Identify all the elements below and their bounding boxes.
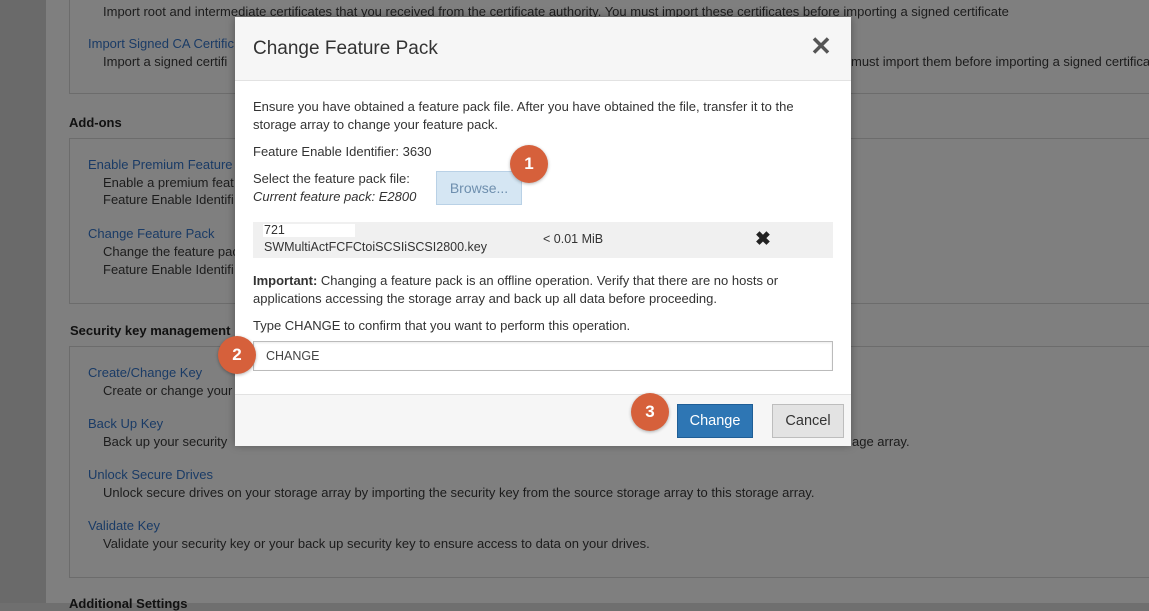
back-up-key-description: Back up your security [103, 434, 228, 449]
important-text-line1: Changing a feature pack is an offline op… [317, 273, 779, 288]
important-label: Important: [253, 273, 318, 288]
create-change-key-description: Create or change your [103, 383, 233, 398]
left-nav-strip [0, 0, 46, 603]
dialog-footer: Change Cancel [235, 394, 851, 446]
change-feature-pack-description: Change the feature pac [103, 244, 239, 259]
change-feature-pack-link[interactable]: Change Feature Pack [88, 226, 214, 241]
select-file-label: Select the feature pack file: [253, 171, 410, 186]
intro-text-line2: storage array to change your feature pac… [253, 117, 498, 132]
import-signed-description: Import a signed certifi [103, 54, 228, 69]
file-name: SWMultiActFCFCtoiSCSIiSCSI2800.key [264, 240, 487, 254]
change-feature-pack-dialog: Change Feature Pack ✕ Ensure you have ob… [235, 17, 851, 446]
change-feature-pack-identifier: Feature Enable Identifi [103, 262, 234, 277]
callout-badge-1: 1 [510, 145, 548, 183]
file-id: 721 [264, 223, 285, 237]
confirm-change-input[interactable] [253, 341, 833, 371]
feature-enable-identifier: Feature Enable Identifier: 3630 [253, 144, 432, 159]
unlock-secure-drives-link[interactable]: Unlock Secure Drives [88, 467, 213, 482]
back-up-key-description-right: age array. [852, 434, 910, 449]
back-up-key-link[interactable]: Back Up Key [88, 416, 163, 431]
file-size: < 0.01 MiB [543, 232, 604, 246]
current-feature-pack: Current feature pack: E2800 [253, 189, 417, 204]
dialog-header: Change Feature Pack ✕ [235, 17, 851, 81]
enable-premium-feature-link[interactable]: Enable Premium Feature [88, 157, 233, 172]
callout-badge-2: 2 [218, 336, 256, 374]
addons-heading: Add-ons [69, 115, 122, 130]
create-change-key-link[interactable]: Create/Change Key [88, 365, 202, 380]
intro-text-line1: Ensure you have obtained a feature pack … [253, 99, 794, 114]
close-icon[interactable]: ✕ [808, 33, 834, 59]
validate-key-link[interactable]: Validate Key [88, 518, 160, 533]
important-notice-line1: Important: Changing a feature pack is an… [253, 272, 833, 290]
callout-badge-3: 3 [631, 393, 669, 431]
unlock-secure-drives-description: Unlock secure drives on your storage arr… [103, 485, 815, 500]
security-key-heading: Security key management [70, 323, 231, 338]
cancel-button[interactable]: Cancel [772, 404, 844, 438]
important-notice-line2: applications accessing the storage array… [253, 291, 717, 306]
selected-file-row: 721 SWMultiActFCFCtoiSCSIiSCSI2800.key <… [253, 222, 833, 258]
remove-file-icon[interactable]: ✖ [755, 230, 771, 250]
additional-settings-heading: Additional Settings [69, 596, 188, 611]
confirm-prompt: Type CHANGE to confirm that you want to … [253, 318, 631, 333]
enable-premium-description: Enable a premium feat [103, 175, 234, 190]
dialog-title: Change Feature Pack [253, 38, 438, 59]
import-signed-description-right: must import them before importing a sign… [851, 54, 1149, 69]
validate-key-description: Validate your security key or your back … [103, 536, 650, 551]
enable-premium-identifier: Feature Enable Identifi [103, 192, 234, 207]
browse-button[interactable]: Browse... [436, 171, 522, 205]
change-button[interactable]: Change [677, 404, 753, 438]
import-signed-ca-link[interactable]: Import Signed CA Certific [88, 36, 234, 51]
